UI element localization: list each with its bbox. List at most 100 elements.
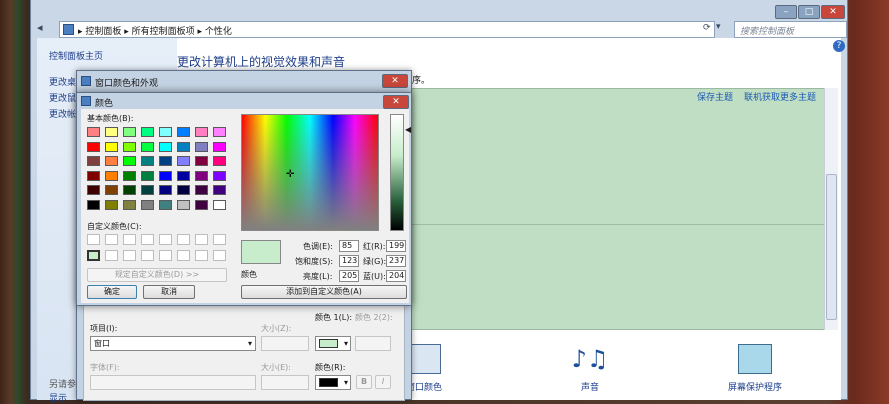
basic-color-swatch[interactable]: [159, 199, 172, 210]
basic-color-swatch[interactable]: [141, 141, 154, 152]
red-input[interactable]: 199: [386, 240, 406, 252]
basic-color-swatch[interactable]: [159, 156, 172, 166]
custom-color-swatch[interactable]: [195, 250, 208, 261]
basic-color-swatch[interactable]: [177, 127, 190, 137]
maximize-button[interactable]: □: [798, 5, 820, 19]
basic-color-swatch[interactable]: [87, 199, 100, 210]
basic-color-swatch[interactable]: [87, 170, 100, 181]
minimize-button[interactable]: –: [775, 5, 797, 19]
custom-color-swatch[interactable]: [141, 234, 154, 245]
crumb-all-items[interactable]: 所有控制面板项: [132, 27, 195, 37]
italic-button[interactable]: I: [375, 375, 391, 389]
basic-color-swatch[interactable]: [177, 156, 190, 166]
basic-color-swatch[interactable]: [87, 141, 100, 152]
theme-list[interactable]: [410, 88, 826, 330]
basic-color-swatch[interactable]: [105, 141, 118, 152]
basic-color-swatch[interactable]: [87, 127, 100, 137]
custom-color-swatch[interactable]: [177, 250, 190, 261]
color-spectrum[interactable]: ✛: [241, 114, 379, 231]
basic-color-swatch[interactable]: [213, 185, 226, 195]
basic-color-swatch[interactable]: [177, 170, 190, 181]
font-select[interactable]: [90, 375, 256, 390]
custom-color-swatch[interactable]: [159, 250, 172, 261]
custom-color-swatch[interactable]: [213, 250, 226, 261]
color2-picker[interactable]: [355, 336, 391, 351]
save-theme-link[interactable]: 保存主题: [697, 90, 733, 103]
address-dropdown-icon[interactable]: ▾: [716, 22, 721, 32]
custom-color-swatch[interactable]: [177, 234, 190, 245]
custom-color-swatch[interactable]: [123, 234, 136, 245]
basic-color-swatch[interactable]: [141, 170, 154, 181]
font-color-picker[interactable]: ▾: [315, 375, 351, 390]
refresh-icon[interactable]: ⟳: [703, 23, 711, 33]
basic-color-swatch[interactable]: [213, 156, 226, 166]
basic-color-swatch[interactable]: [213, 199, 226, 210]
custom-color-swatch[interactable]: [123, 250, 136, 261]
nav-item-desktop-icons[interactable]: 更改桌: [49, 75, 76, 88]
custom-color-swatch[interactable]: [159, 234, 172, 245]
basic-color-swatch[interactable]: [105, 185, 118, 195]
basic-color-swatch[interactable]: [195, 156, 208, 166]
close-button[interactable]: ✕: [383, 95, 409, 109]
green-input[interactable]: 237: [386, 255, 406, 267]
basic-color-swatch[interactable]: [195, 185, 208, 195]
address-bar[interactable]: ▸ 控制面板 ▸ 所有控制面板项 ▸ 个性化 ⟳: [59, 21, 715, 38]
basic-color-swatch[interactable]: [177, 199, 190, 210]
custom-color-swatch[interactable]: [195, 234, 208, 245]
nav-home-link[interactable]: 控制面板主页: [49, 49, 103, 62]
nav-display-link[interactable]: 显示: [49, 391, 67, 404]
basic-color-swatch[interactable]: [141, 199, 154, 210]
vertical-scrollbar[interactable]: [824, 88, 838, 330]
saturation-input[interactable]: 123: [339, 255, 359, 267]
hue-input[interactable]: 85: [339, 240, 359, 252]
blue-input[interactable]: 204: [386, 270, 406, 282]
custom-color-swatch[interactable]: [105, 250, 118, 261]
basic-color-swatch[interactable]: [105, 127, 118, 137]
size-stepper[interactable]: [261, 336, 309, 351]
basic-color-swatch[interactable]: [87, 185, 100, 195]
help-icon[interactable]: ?: [833, 40, 845, 52]
basic-color-swatch[interactable]: [177, 141, 190, 152]
screensaver-item[interactable]: 屏幕保护程序: [725, 344, 785, 393]
custom-color-swatch[interactable]: [87, 234, 100, 245]
font-size-select[interactable]: [261, 375, 309, 390]
nav-item-mouse-pointer[interactable]: 更改鼠: [49, 91, 76, 104]
close-button[interactable]: ✕: [382, 74, 408, 88]
nav-item-account-picture[interactable]: 更改帐: [49, 107, 76, 120]
custom-color-swatch[interactable]: [105, 234, 118, 245]
basic-color-swatch[interactable]: [105, 156, 118, 166]
basic-color-swatch[interactable]: [213, 170, 226, 181]
item-select[interactable]: 窗口 ▾: [90, 336, 256, 351]
luminosity-slider[interactable]: [390, 114, 404, 231]
basic-color-swatch[interactable]: [159, 185, 172, 195]
basic-color-swatch[interactable]: [195, 127, 208, 137]
scrollbar-thumb[interactable]: [826, 174, 837, 320]
cancel-button[interactable]: 取消: [143, 285, 195, 299]
basic-color-swatch[interactable]: [213, 127, 226, 137]
luminosity-arrow-icon[interactable]: ◀: [405, 125, 411, 134]
basic-color-swatch[interactable]: [123, 156, 136, 166]
custom-color-swatch[interactable]: [141, 250, 154, 261]
custom-color-swatch[interactable]: [87, 250, 100, 261]
sound-item[interactable]: ♪♫ 声音: [560, 344, 620, 393]
basic-color-swatch[interactable]: [141, 127, 154, 137]
basic-color-swatch[interactable]: [123, 141, 136, 152]
close-button[interactable]: ✕: [821, 5, 845, 19]
crosshair-icon[interactable]: ✛: [286, 169, 294, 180]
define-custom-colors-button[interactable]: 规定自定义颜色(D) >>: [87, 268, 227, 282]
ok-button[interactable]: 确定: [87, 285, 137, 299]
basic-color-swatch[interactable]: [123, 199, 136, 210]
online-themes-link[interactable]: 联机获取更多主题: [744, 90, 816, 103]
luminosity-input[interactable]: 205: [339, 270, 359, 282]
basic-color-swatch[interactable]: [141, 156, 154, 166]
basic-color-swatch[interactable]: [87, 156, 100, 166]
search-input[interactable]: 搜索控制面板: [734, 21, 847, 38]
color1-picker[interactable]: ▾: [315, 336, 351, 351]
back-arrow-icon[interactable]: ◂: [37, 21, 47, 38]
basic-color-swatch[interactable]: [195, 170, 208, 181]
basic-color-swatch[interactable]: [123, 185, 136, 195]
basic-color-swatch[interactable]: [159, 141, 172, 152]
breadcrumb[interactable]: ▸ 控制面板 ▸ 所有控制面板项 ▸ 个性化: [78, 24, 232, 37]
bold-button[interactable]: B: [356, 375, 372, 389]
crumb-control-panel[interactable]: 控制面板: [85, 27, 121, 37]
